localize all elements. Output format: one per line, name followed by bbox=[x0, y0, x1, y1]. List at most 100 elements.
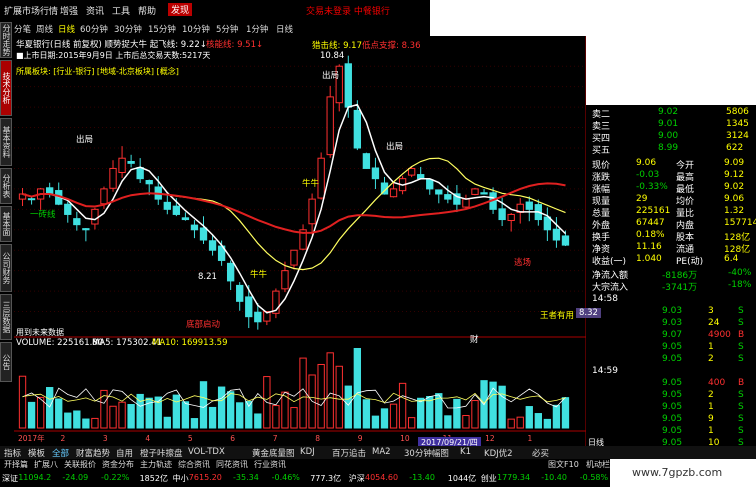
indicator-tab[interactable]: 橙子咔擦盘 bbox=[140, 447, 183, 459]
info-right-button[interactable]: 机动栏 bbox=[586, 459, 610, 470]
quote-value: -0.03 bbox=[636, 170, 660, 180]
period-10[interactable]: 10分钟 bbox=[182, 23, 210, 35]
info-tab[interactable]: 关联报价 bbox=[64, 459, 96, 470]
side-tab-level[interactable]: 三层数据 bbox=[0, 294, 12, 340]
volume-bar bbox=[254, 413, 262, 429]
period-30[interactable]: 30分钟 bbox=[114, 23, 142, 35]
tick-side: S bbox=[738, 390, 744, 400]
info-tab[interactable]: 行业资讯 bbox=[254, 459, 286, 470]
side-tab-profile[interactable]: 基本资料 bbox=[0, 118, 12, 166]
tick-side: S bbox=[738, 426, 744, 436]
candle-body bbox=[389, 188, 398, 198]
side-tab-finance[interactable]: 公司财务 bbox=[0, 244, 12, 292]
indicator-tab[interactable]: 百万追击 bbox=[332, 447, 366, 459]
indicator-tab[interactable]: K1 bbox=[460, 447, 471, 457]
kline-chart[interactable]: 10.8010.6010.4010.2010.009.809.609.409.2… bbox=[14, 36, 586, 446]
info-tab[interactable]: 综合资讯 bbox=[178, 459, 210, 470]
indicator-tab[interactable]: KDJ优2 bbox=[484, 447, 513, 459]
indicator-tab[interactable]: VOL-TDX bbox=[188, 447, 225, 457]
ticker-item: 1044亿 bbox=[447, 474, 477, 483]
period-1[interactable]: 1分钟 bbox=[246, 23, 268, 35]
menu-item-tools[interactable]: 工具 bbox=[112, 4, 130, 17]
indicator-tab[interactable]: 30分钟幅图 bbox=[404, 447, 449, 459]
info-tab[interactable]: 开择篇 bbox=[4, 459, 28, 470]
candle-body bbox=[543, 216, 552, 231]
tick-price: 9.05 bbox=[662, 354, 683, 364]
side-tab-technical[interactable]: 技术分析 bbox=[0, 60, 12, 116]
low-price-label: 8.21 bbox=[198, 272, 217, 282]
volume-bar bbox=[91, 417, 99, 429]
period-day[interactable]: 日线 bbox=[58, 23, 75, 35]
indicator-tab[interactable]: 财富趋势 bbox=[76, 447, 110, 459]
stock-listing-info: ■上市日期:2015年9月9日 上市后总交易天数:5217天 bbox=[16, 51, 211, 60]
volume-bar bbox=[199, 381, 208, 429]
order-book-row: 卖三 9.01 1345 bbox=[588, 119, 756, 132]
volume-bar bbox=[335, 365, 343, 429]
side-tab-notice[interactable]: 公告 bbox=[0, 342, 12, 382]
volume-bar bbox=[353, 347, 362, 429]
indicator-tab[interactable]: 自用 bbox=[116, 447, 133, 459]
menu-item-discover[interactable]: 发现 bbox=[168, 3, 193, 16]
tick-side: S bbox=[738, 402, 744, 412]
menu-item-enhance[interactable]: 增强 bbox=[60, 4, 78, 17]
candle-body bbox=[353, 109, 362, 149]
ticker-item: 中小 bbox=[172, 474, 189, 483]
indicator-tab[interactable]: 黄金底量图 bbox=[252, 447, 295, 459]
volume-bar bbox=[417, 397, 425, 429]
info-tab[interactable]: 扩展八 bbox=[34, 459, 58, 470]
menu-item-news[interactable]: 资讯 bbox=[86, 4, 104, 17]
tick-row: 9.03 24 S bbox=[588, 318, 756, 330]
volume-bar bbox=[362, 399, 371, 429]
candle-body bbox=[290, 249, 298, 266]
indicator-tab[interactable]: 必买 bbox=[532, 447, 549, 459]
tick-row: 9.05 1 S bbox=[588, 402, 756, 414]
volume-bar bbox=[190, 418, 199, 429]
tick-price: 9.05 bbox=[662, 342, 683, 352]
tick-row: 9.05 400 B bbox=[588, 378, 756, 390]
period-day-2[interactable]: 日线 bbox=[276, 23, 293, 35]
period-tick[interactable]: 分笔 bbox=[14, 23, 31, 35]
volume-bar bbox=[18, 375, 27, 429]
volume-bar bbox=[217, 386, 226, 429]
volume-bar bbox=[272, 405, 280, 429]
volume-bar bbox=[444, 415, 452, 429]
period-5[interactable]: 5分钟 bbox=[216, 23, 238, 35]
menu-item-market[interactable]: 扩展市场行情 bbox=[4, 4, 58, 17]
info-right-button[interactable]: 图文F10 bbox=[548, 459, 579, 470]
candle-body bbox=[525, 201, 533, 210]
side-tab-timeshare[interactable]: 分时走势 bbox=[0, 22, 12, 58]
indicator-tab[interactable]: MA2 bbox=[372, 447, 391, 457]
indicator-tab[interactable]: 指标 bbox=[4, 447, 21, 459]
tick-row: 9.05 1 S bbox=[588, 342, 756, 354]
tick-row: 9.07 4900 B bbox=[588, 330, 756, 342]
info-tab[interactable]: 同花资讯 bbox=[216, 459, 248, 470]
stock-sector-info[interactable]: 所属板块: [行业-银行] [地域-北京板块] [概念] bbox=[16, 66, 179, 77]
tick-time-row: 14:58 bbox=[588, 294, 756, 306]
flow-percent: -40% bbox=[728, 268, 752, 278]
indicator-tab[interactable]: KDJ bbox=[300, 447, 315, 457]
info-tab[interactable]: 资金分布 bbox=[102, 459, 134, 470]
indicator-tab[interactable]: 模板 bbox=[28, 447, 45, 459]
trade-promo[interactable]: 交易未登录 中餐银行 bbox=[306, 4, 390, 17]
side-tab-analysis[interactable]: 分析表 bbox=[0, 168, 12, 204]
ticker-item: 11094.2 bbox=[18, 473, 52, 482]
info-tab[interactable]: 主力轨迹 bbox=[140, 459, 172, 470]
candle-body bbox=[236, 284, 244, 302]
indicator-tab[interactable]: 全部 bbox=[52, 447, 69, 459]
period-week[interactable]: 周线 bbox=[36, 23, 53, 35]
side-tab-fundamental[interactable]: 基本面 bbox=[0, 206, 12, 242]
date-tick-label: 2 bbox=[60, 434, 65, 443]
order-level-label: 买五 bbox=[592, 146, 611, 156]
volume-bar bbox=[407, 417, 416, 429]
candle-body bbox=[462, 198, 470, 208]
menu-item-help[interactable]: 帮助 bbox=[138, 4, 156, 17]
candle-body bbox=[426, 179, 434, 190]
order-price: 8.99 bbox=[658, 143, 679, 153]
period-60[interactable]: 60分钟 bbox=[80, 23, 108, 35]
period-15[interactable]: 15分钟 bbox=[148, 23, 176, 35]
volume-bar bbox=[462, 415, 470, 429]
date-tick-label: 7 bbox=[273, 434, 278, 443]
volume-bar bbox=[380, 408, 389, 429]
side-tabs: 分时走势 技术分析 基本资料 分析表 基本面 公司财务 三层数据 公告 bbox=[0, 22, 12, 452]
candle-body bbox=[199, 227, 208, 241]
